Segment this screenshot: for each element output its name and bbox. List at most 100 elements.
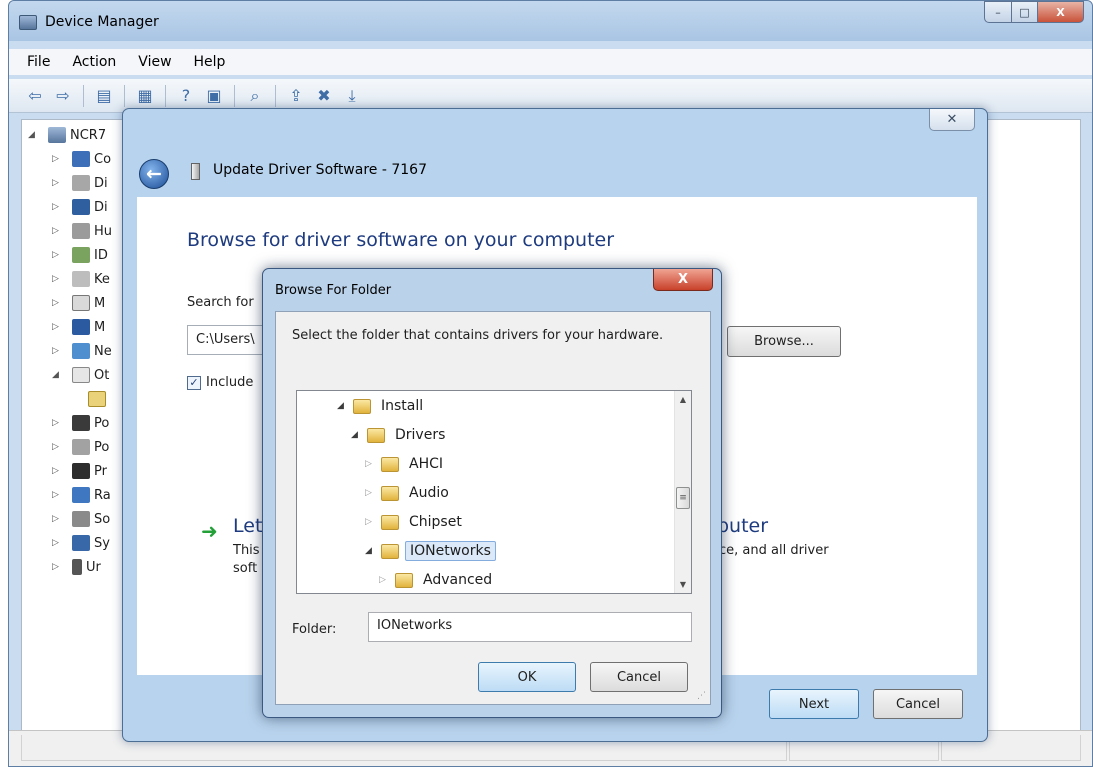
wizard-close-button[interactable]: ✕ xyxy=(929,109,975,131)
expander-icon[interactable]: ▷ xyxy=(52,514,64,524)
tree-item[interactable]: ▷ Po xyxy=(52,436,109,458)
unknown-device-icon xyxy=(88,391,106,407)
scan-hardware-icon[interactable]: ⌕ xyxy=(243,84,267,108)
browse-button[interactable]: Browse... xyxy=(727,326,841,357)
tree-item-label: Pr xyxy=(94,463,107,479)
expander-icon[interactable]: ▷ xyxy=(52,538,64,548)
tree-item-label: Ke xyxy=(94,271,110,287)
expander-icon[interactable]: ▷ xyxy=(52,250,64,260)
back-arrow-icon[interactable]: ← xyxy=(139,159,169,189)
other-devices-icon xyxy=(72,367,90,383)
tree-item[interactable]: ▷ Po xyxy=(52,412,109,434)
expander-icon[interactable]: ▷ xyxy=(52,442,64,452)
folder-item-install[interactable]: ◢ Install xyxy=(337,393,427,419)
folder-item-ionetworks[interactable]: ◢ IONetworks xyxy=(365,538,496,564)
tree-item[interactable]: ▷ Ne xyxy=(52,340,112,362)
folder-input[interactable]: IONetworks xyxy=(368,612,692,642)
expander-icon[interactable]: ▷ xyxy=(52,490,64,500)
disable-icon[interactable]: ⤓ xyxy=(340,84,364,108)
scroll-up-icon[interactable]: ▲ xyxy=(675,391,691,408)
expander-icon[interactable]: ▷ xyxy=(52,466,64,476)
minimize-button[interactable]: – xyxy=(984,1,1012,23)
expander-icon[interactable]: ◢ xyxy=(351,430,365,440)
show-hidden-icon[interactable]: ▦ xyxy=(133,84,157,108)
tree-item[interactable]: ▷ Hu xyxy=(52,220,112,242)
usb-icon xyxy=(72,559,82,575)
tree-item-unknown-device[interactable] xyxy=(80,388,110,410)
tree-item[interactable]: ▷ Ke xyxy=(52,268,110,290)
folder-item-drivers[interactable]: ◢ Drivers xyxy=(351,422,449,448)
pick-driver-link[interactable]: Let xyxy=(233,515,262,537)
expander-icon[interactable]: ▷ xyxy=(52,154,64,164)
tree-item[interactable]: ▷ Sy xyxy=(52,532,110,554)
close-button[interactable]: X xyxy=(1038,1,1084,23)
properties-icon[interactable]: ▤ xyxy=(92,84,116,108)
resize-grip-icon[interactable]: ⋰ xyxy=(697,691,706,701)
include-subfolders-checkbox[interactable]: ✓ Include xyxy=(187,375,253,390)
expander-icon[interactable]: ▷ xyxy=(52,322,64,332)
dialog-close-button[interactable]: X xyxy=(653,269,713,291)
menu-help[interactable]: Help xyxy=(194,54,226,70)
folder-label: Advanced xyxy=(423,572,493,588)
toolbar-separator xyxy=(275,84,276,107)
expander-icon[interactable]: ◢ xyxy=(28,130,40,140)
computer-icon xyxy=(72,151,90,167)
forward-icon[interactable]: ⇨ xyxy=(51,84,75,108)
expander-icon[interactable]: ▷ xyxy=(52,346,64,356)
menu-file[interactable]: File xyxy=(27,54,50,70)
expander-icon[interactable]: ▷ xyxy=(365,459,379,469)
help-icon[interactable]: ? xyxy=(174,84,198,108)
wizard-cancel-button[interactable]: Cancel xyxy=(873,689,963,719)
window-title: Device Manager xyxy=(45,14,159,30)
tree-item[interactable]: ▷ Ur xyxy=(52,556,101,578)
tree-item[interactable]: ▷ Pr xyxy=(52,460,107,482)
ok-button[interactable]: OK xyxy=(478,662,576,692)
include-label: Include xyxy=(206,375,254,390)
expander-icon[interactable]: ▷ xyxy=(365,517,379,527)
expander-icon[interactable]: ▷ xyxy=(52,274,64,284)
dialog-cancel-button[interactable]: Cancel xyxy=(590,662,688,692)
vertical-scrollbar[interactable]: ▲ ≡ ▼ xyxy=(674,391,691,593)
folder-item-audio[interactable]: ▷ Audio xyxy=(365,480,453,506)
scroll-thumb[interactable]: ≡ xyxy=(676,487,690,509)
expander-icon[interactable]: ▷ xyxy=(365,488,379,498)
next-button[interactable]: Next xyxy=(769,689,859,719)
expander-icon[interactable]: ▷ xyxy=(52,562,64,572)
action-pane-icon[interactable]: ▣ xyxy=(202,84,226,108)
tree-item[interactable]: ▷ Di xyxy=(52,172,108,194)
folder-item-advanced[interactable]: ▷ Advanced xyxy=(379,567,496,593)
tree-item[interactable]: ▷ M xyxy=(52,292,105,314)
expander-icon[interactable]: ▷ xyxy=(52,226,64,236)
tree-item[interactable]: ▷ M xyxy=(52,316,105,338)
expander-icon[interactable]: ◢ xyxy=(365,546,379,556)
tree-item[interactable]: ▷ Di xyxy=(52,196,108,218)
expander-icon[interactable]: ◢ xyxy=(52,370,64,380)
tree-item[interactable]: ▷ Ra xyxy=(52,484,111,506)
scroll-down-icon[interactable]: ▼ xyxy=(675,576,691,593)
expander-icon[interactable]: ▷ xyxy=(52,202,64,212)
menu-action[interactable]: Action xyxy=(72,54,116,70)
tree-item[interactable]: ▷ ID xyxy=(52,244,108,266)
checkbox-icon[interactable]: ✓ xyxy=(187,375,201,390)
tree-item[interactable]: ◢ Ot xyxy=(52,364,109,386)
tree-item[interactable]: ▷ Co xyxy=(52,148,111,170)
pick-driver-description-end: ce, and all driver xyxy=(719,543,829,558)
expander-icon[interactable]: ◢ xyxy=(337,401,351,411)
maximize-button[interactable]: □ xyxy=(1012,1,1038,23)
expander-icon[interactable]: ▷ xyxy=(52,418,64,428)
expander-icon[interactable]: ▷ xyxy=(52,298,64,308)
update-driver-icon[interactable]: ⇪ xyxy=(284,84,308,108)
folder-item-ahci[interactable]: ▷ AHCI xyxy=(365,451,447,477)
expander-icon[interactable]: ▷ xyxy=(52,178,64,188)
pick-driver-link-end[interactable]: puter xyxy=(717,515,768,537)
back-icon[interactable]: ⇦ xyxy=(23,84,47,108)
title-bar[interactable]: Device Manager – □ X xyxy=(9,1,1092,41)
tree-item-computer[interactable]: ◢ NCR7 xyxy=(28,124,106,146)
tree-item[interactable]: ▷ So xyxy=(52,508,110,530)
uninstall-icon[interactable]: ✖ xyxy=(312,84,336,108)
expander-icon[interactable]: ▷ xyxy=(379,575,393,585)
folder-item-chipset[interactable]: ▷ Chipset xyxy=(365,509,466,535)
green-arrow-icon: ➜ xyxy=(201,519,218,543)
radio-icon xyxy=(72,487,90,503)
menu-view[interactable]: View xyxy=(138,54,171,70)
